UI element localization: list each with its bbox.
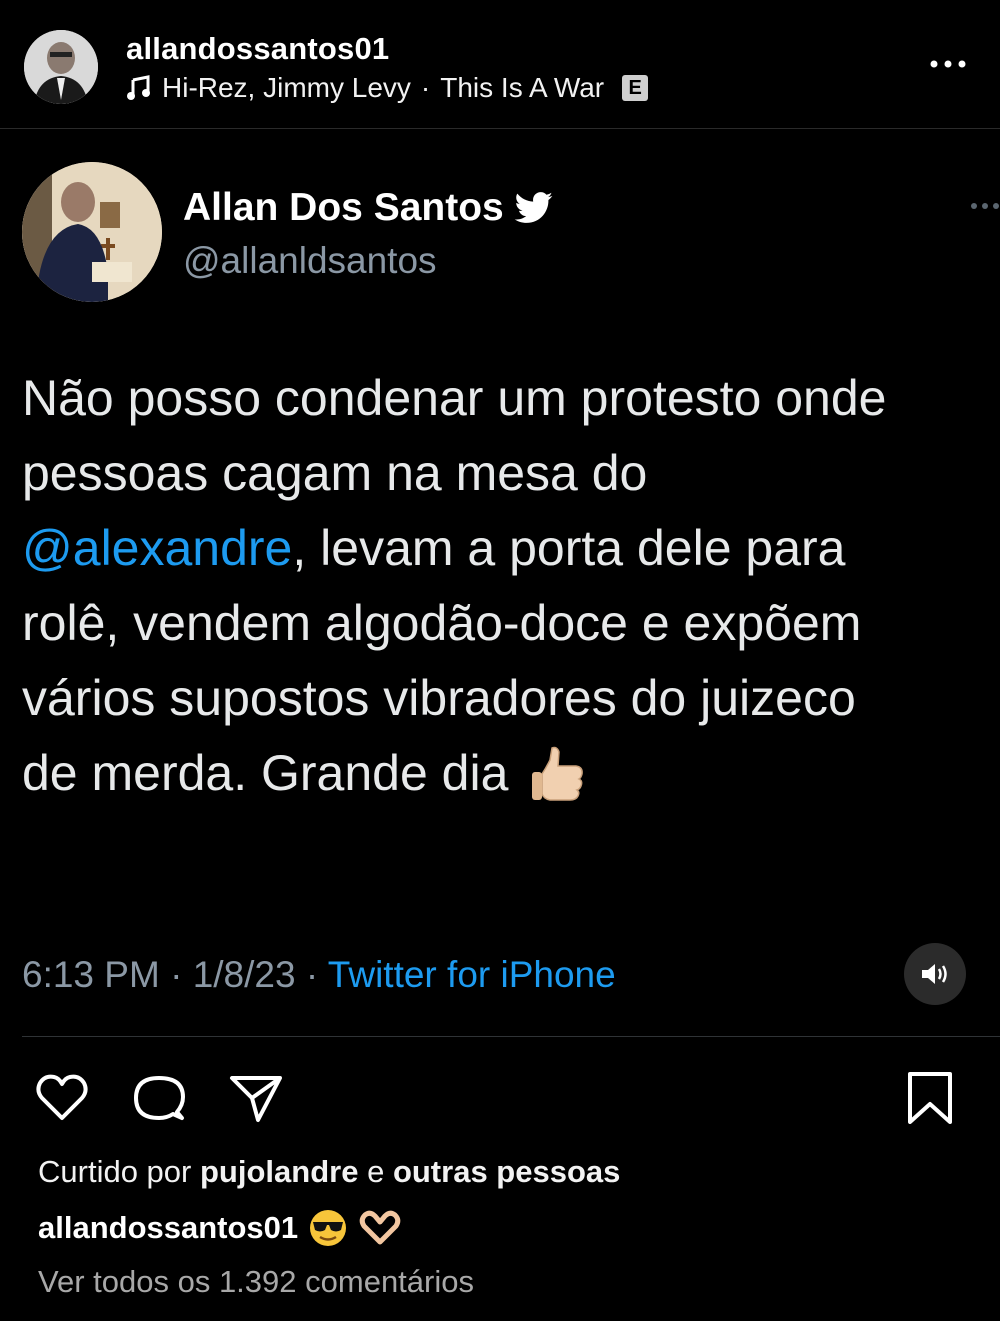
likes-summary[interactable]: Curtido por pujolandre e outras pessoas: [38, 1154, 620, 1190]
thumbs-up-emoji: [532, 746, 584, 801]
heart-hands-emoji: [359, 1210, 401, 1245]
more-icon[interactable]: [928, 52, 968, 76]
tweet-meta-sep: ·: [305, 954, 319, 995]
view-comments-link[interactable]: Ver todos os 1.392 comentários: [38, 1264, 474, 1300]
tweet-line: vários supostos vibradores do juizeco: [22, 670, 856, 726]
tweet-line: pessoas cagam na mesa do: [22, 445, 648, 501]
tweet-display-name-row: Allan Dos Santos: [183, 186, 554, 230]
bookmark-icon[interactable]: [902, 1072, 958, 1124]
tweet-mention: @alexandre: [22, 520, 293, 576]
post-author-username[interactable]: allandossantos01: [126, 31, 389, 67]
tweet-line: Não posso condenar um protesto onde: [22, 370, 887, 426]
music-artist: Hi-Rez, Jimmy Levy: [162, 72, 411, 103]
tweet-time: 6:13 PM: [22, 954, 160, 995]
tweet-avatar: [22, 162, 162, 302]
tweet-handle: @allanldsantos: [183, 240, 437, 281]
sound-button[interactable]: [904, 943, 966, 1005]
liked-prefix: Curtido por: [38, 1154, 192, 1189]
liked-conj: e: [367, 1154, 385, 1189]
tweet-line-last: de merda. Grande dia: [22, 745, 509, 801]
tweet-source: Twitter for iPhone: [327, 954, 616, 995]
tweet-text: Não posso condenar um protesto onde pess…: [22, 361, 1000, 811]
comment-icon[interactable]: [131, 1072, 187, 1124]
tweet-meta-sep: ·: [170, 954, 183, 995]
tweet-line: @alexandre, levam a porta dele para: [22, 511, 1000, 586]
share-icon[interactable]: [228, 1072, 284, 1124]
header-divider: [0, 128, 1000, 129]
verified-bird-icon: [514, 192, 553, 223]
liked-user[interactable]: pujolandre: [200, 1154, 358, 1189]
tweet-divider: [22, 1036, 1000, 1037]
music-note-icon: [127, 75, 150, 100]
tweet-meta: 6:13 PM · 1/8/23 · Twitter for iPhone: [22, 954, 616, 996]
tweet-line: rolê, vendem algodão-doce e expõem: [22, 595, 862, 651]
profile-photo: [24, 30, 98, 104]
explicit-badge: E: [622, 75, 649, 101]
tweet-avatar-photo: [22, 162, 162, 302]
tweet-date: 1/8/23: [192, 954, 296, 995]
tweet-display-name: Allan Dos Santos: [183, 186, 504, 229]
tweet-line-rest: , levam a porta dele para: [292, 520, 846, 576]
tweet-more-icon: [971, 203, 999, 209]
sound-icon: [922, 964, 947, 984]
tweet-line: de merda. Grande dia: [22, 736, 1000, 811]
sunglasses-emoji: [310, 1210, 347, 1246]
music-separator: ·: [420, 72, 431, 103]
profile-avatar[interactable]: [24, 30, 98, 104]
music-title: This Is A War: [440, 72, 605, 103]
music-info[interactable]: Hi-Rez, Jimmy Levy · This Is A War E: [126, 72, 649, 104]
heart-icon[interactable]: [34, 1072, 90, 1124]
post-caption: allandossantos01: [38, 1208, 402, 1248]
caption-username[interactable]: allandossantos01: [38, 1210, 298, 1246]
liked-others[interactable]: outras pessoas: [393, 1154, 620, 1189]
